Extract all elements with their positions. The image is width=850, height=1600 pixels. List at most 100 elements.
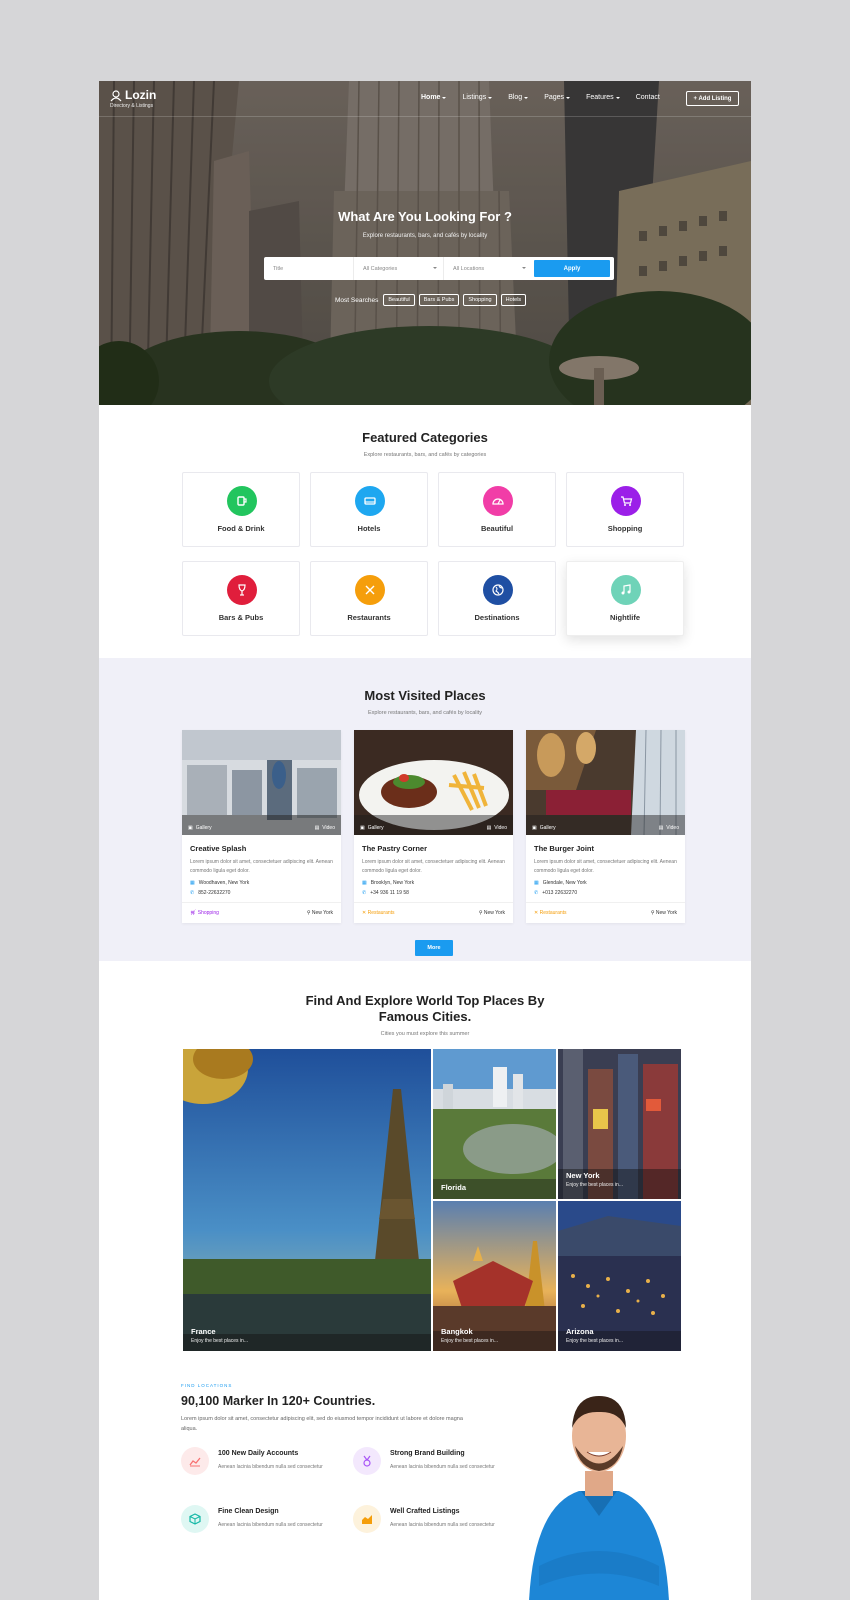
category-select[interactable]: All Categories (354, 257, 444, 280)
chevron-down-icon (615, 96, 620, 99)
feature-title: Fine Clean Design (218, 1508, 279, 1515)
nav-item-features[interactable]: Features (586, 94, 620, 101)
city-tile-bangkok[interactable]: Bangkok Enjoy the best places in... (433, 1201, 556, 1351)
video-icon: ▤ (314, 825, 320, 831)
category-card-restaurants[interactable]: Restaurants (310, 561, 428, 636)
city-tile-arizona[interactable]: Arizona Enjoy the best places in... (558, 1201, 681, 1351)
logo-tagline: Directory & Listings (110, 103, 154, 109)
feature-title: 100 New Daily Accounts (218, 1450, 299, 1457)
video-icon: ▤ (658, 825, 664, 831)
feature-desc: Aenean lacinia bibendum nulla sed consec… (218, 1522, 323, 1528)
hero: Lozin Directory & Listings Home Listings… (99, 81, 751, 405)
gallery-label[interactable]: ▣ Gallery (360, 825, 384, 831)
place-name[interactable]: Creative Splash (190, 844, 246, 853)
apply-button[interactable]: Apply (534, 260, 610, 277)
city-image (183, 1049, 431, 1351)
music-icon (611, 575, 641, 605)
nav-item-pages[interactable]: Pages (544, 94, 571, 101)
camera-icon: ▣ (188, 825, 193, 831)
video-label[interactable]: ▤ Video (315, 825, 335, 831)
feature-title: Strong Brand Building (390, 1450, 465, 1457)
marker-title: 90,100 Marker In 120+ Countries. (181, 1394, 376, 1408)
category-card-shopping[interactable]: Shopping (566, 472, 684, 547)
city-tile-florida[interactable]: Florida (433, 1049, 556, 1199)
video-icon: ▤ (486, 825, 492, 831)
cart-icon: 🛒︎ (190, 910, 198, 916)
chevron-down-icon (524, 96, 529, 99)
place-name[interactable]: The Pastry Corner (362, 844, 427, 853)
video-label[interactable]: ▤ Video (659, 825, 679, 831)
city-tile-new-york[interactable]: New York Enjoy the best places in... (558, 1049, 681, 1199)
nav-item-home[interactable]: Home (421, 94, 447, 101)
camera-icon: ▣ (532, 825, 537, 831)
place-phone: ✆ +013 22632270 (534, 890, 578, 896)
phone-icon: ✆ (190, 890, 195, 896)
eyebrow-label: FIND LOCATIONS (181, 1383, 233, 1388)
search-bar: Title All Categories All Locations Apply (264, 257, 614, 280)
city-image (433, 1049, 556, 1199)
smiling-man-image (529, 1396, 669, 1600)
cities-title-line1: Find And Explore World Top Places By (305, 993, 545, 1008)
city-sub: Enjoy the best places in... (566, 1338, 623, 1344)
cube-icon (181, 1505, 209, 1533)
person-pin-icon (110, 90, 122, 102)
nav-item-blog[interactable]: Blog (508, 94, 529, 101)
video-label[interactable]: ▤ Video (487, 825, 507, 831)
category-card-nightlife[interactable]: Nightlife (566, 561, 684, 636)
city-tile-france[interactable]: France Enjoy the best places in... (183, 1049, 431, 1351)
place-description: Lorem ipsum dolor sit amet, consectetuer… (190, 859, 333, 874)
city-sub: Enjoy the best places in... (566, 1182, 623, 1188)
marker-text: Lorem ipsum dolor sit amet, consectetur … (181, 1416, 463, 1432)
place-card-pastry-corner[interactable]: ▣ Gallery ▤ Video The Pastry Corner Lorem … (354, 730, 513, 923)
place-card-creative-splash[interactable]: ▣ Gallery ▤ Video Creative Splash Lorem ip… (182, 730, 341, 923)
phone-icon: ✆ (362, 890, 367, 896)
cities-title-line2: Famous Cities. (378, 1009, 472, 1024)
place-category[interactable]: ✕ Restaurants (362, 910, 395, 916)
place-category[interactable]: 🛒︎ Shopping (190, 910, 219, 916)
category-card-destinations[interactable]: Destinations (438, 561, 556, 636)
feature-desc: Aenean lacinia bibendum nulla sed consec… (218, 1464, 323, 1470)
featured-subtitle: Explore restaurants, bars, and cafés by … (363, 452, 487, 458)
more-button[interactable]: More (415, 940, 453, 956)
map-icon: ▦ (534, 880, 539, 886)
place-category[interactable]: ✕ Restaurants (534, 910, 567, 916)
map-icon: ▦ (190, 880, 195, 886)
place-address: ▦ Brooklyn, New York (362, 880, 415, 886)
page: Lozin Directory & Listings Home Listings… (99, 81, 751, 1600)
add-listing-button[interactable]: + Add Listing (686, 91, 739, 106)
nav-item-contact[interactable]: Contact (636, 94, 660, 101)
nav-menu: Home Listings Blog Pages Features Contac… (421, 94, 676, 101)
nav-item-listings[interactable]: Listings (462, 94, 493, 101)
coffee-cup-icon (227, 486, 257, 516)
feature-desc: Aenean lacinia bibendum nulla sed consec… (390, 1522, 495, 1528)
place-name[interactable]: The Burger Joint (534, 844, 594, 853)
place-phone: ✆ 852-22632270 (190, 890, 231, 896)
camera-icon: ▣ (360, 825, 365, 831)
globe-icon (483, 575, 513, 605)
category-card-hotels[interactable]: Hotels (310, 472, 428, 547)
hero-title: What Are You Looking For ? (338, 209, 512, 224)
category-card-food-drink[interactable]: Food & Drink (182, 472, 300, 547)
gallery-label[interactable]: ▣ Gallery (532, 825, 556, 831)
search-tag-hotels[interactable]: Hotels (500, 294, 527, 306)
city-sub: Enjoy the best places in... (191, 1338, 248, 1344)
place-image[interactable]: ▣ Gallery ▤ Video (354, 730, 513, 835)
category-card-beautiful[interactable]: Beautiful (438, 472, 556, 547)
area-chart-icon (353, 1505, 381, 1533)
feature-title: Well Crafted Listings (390, 1508, 460, 1515)
place-image[interactable]: ▣ Gallery ▤ Video (182, 730, 341, 835)
gallery-label[interactable]: ▣ Gallery (188, 825, 212, 831)
place-image[interactable]: ▣ Gallery ▤ Video (526, 730, 685, 835)
search-tag-shopping[interactable]: Shopping (463, 294, 497, 306)
place-card-burger-joint[interactable]: ▣ Gallery ▤ Video The Burger Joint Lorem i… (526, 730, 685, 923)
location-select[interactable]: All Locations (444, 257, 532, 280)
bed-icon (355, 486, 385, 516)
search-tag-bars-pubs[interactable]: Bars & Pubs (418, 294, 460, 306)
gauge-icon (483, 486, 513, 516)
featured-title: Featured Categories (362, 430, 488, 445)
city-name: New York (566, 1171, 600, 1180)
cart-icon (611, 486, 641, 516)
search-title-input[interactable]: Title (264, 257, 354, 280)
search-tag-beautiful[interactable]: Beautiful (383, 294, 415, 306)
category-card-bars-pubs[interactable]: Bars & Pubs (182, 561, 300, 636)
